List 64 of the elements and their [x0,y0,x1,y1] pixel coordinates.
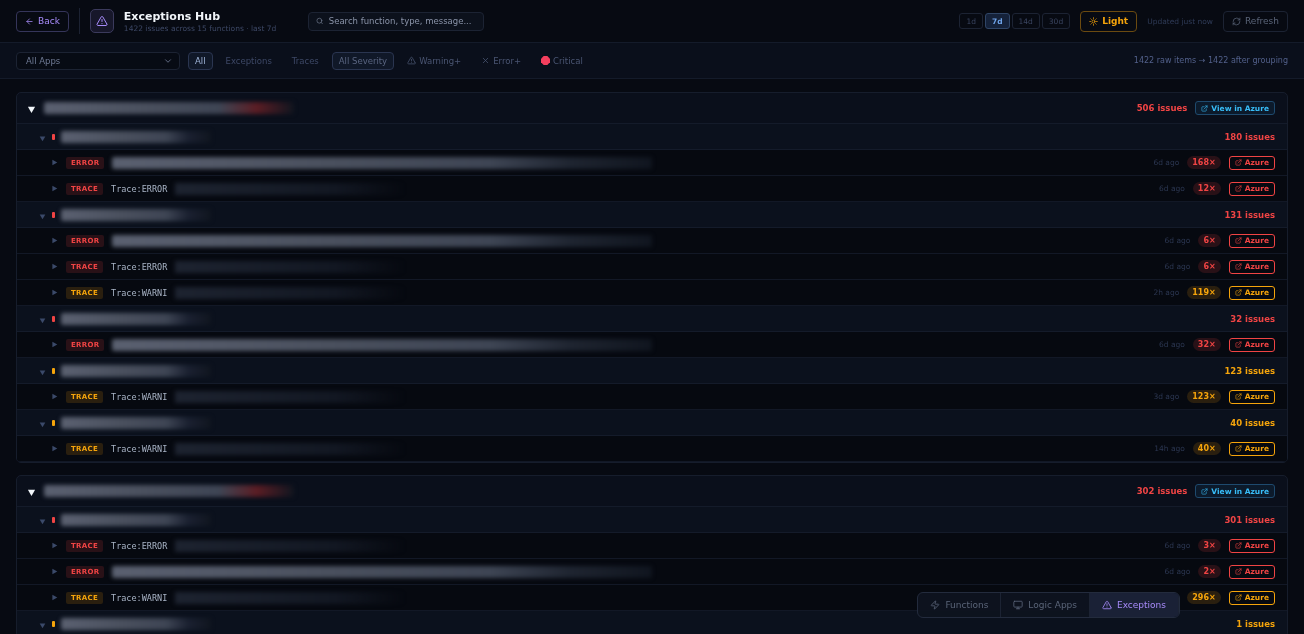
external-link-icon [1234,237,1242,244]
app-select[interactable]: All Apps [16,51,180,70]
caret-icon[interactable] [27,487,36,497]
occurrence-count: 12× [1192,182,1221,195]
arrow-left-icon [25,16,34,26]
search-icon [316,17,324,25]
message-text: Trace:WARNI [111,443,168,454]
back-button[interactable]: Back [16,10,69,32]
occurrence-count: 40× [1192,442,1221,455]
occurrence-count: 3× [1198,539,1221,552]
close-icon [481,56,491,65]
grouping-summary: 1422 raw items → 1422 after grouping [1133,56,1288,65]
warning-icon [1102,600,1112,610]
refresh-icon [1232,16,1241,26]
issue-count: 32 issues [1230,313,1275,324]
sun-icon [1089,16,1099,26]
severity-filter[interactable]: All Severity [331,51,395,70]
message-text: Trace:WARNI [111,391,168,402]
octagon-icon [541,56,551,65]
issue-count: 302 issues [1136,486,1188,496]
external-link-icon [1234,289,1242,296]
lightning-icon [930,600,941,610]
nav-tab[interactable]: Exceptions [1090,593,1179,617]
type-filter[interactable]: All [188,51,213,70]
occurrence-count: 123× [1187,390,1221,403]
occurrence-count: 2× [1198,565,1221,578]
external-link-icon [1234,594,1242,601]
external-link-icon [1234,263,1242,270]
warning-icon [407,56,417,65]
issue-count: 1 issues [1236,618,1275,629]
external-link-icon [1234,445,1242,452]
external-link-icon [1234,542,1242,549]
warning-icon [89,9,114,33]
issue-count: 123 issues [1224,365,1275,376]
issue-count: 40 issues [1230,417,1275,428]
message-text: Trace:WARNI [111,287,168,298]
occurrence-count: 32× [1192,338,1221,351]
message-text: Trace:WARNI [111,592,168,603]
search-field[interactable]: Search function, type, message... [308,11,485,31]
occurrence-count: 168× [1187,156,1221,169]
external-link-icon [1234,185,1242,192]
refresh-button[interactable]: Refresh [1223,10,1288,32]
occurrence-count: 6× [1198,234,1221,247]
external-link-icon [1201,487,1209,495]
external-link-icon [1234,393,1242,400]
nav-tab[interactable]: Functions [918,593,1002,617]
occurrence-count: 296× [1187,591,1221,604]
theme-button[interactable]: Light [1080,10,1138,32]
message-text: Trace:ERROR [111,261,168,272]
message-text: Trace:ERROR [111,540,168,551]
occurrence-count: 6× [1198,260,1221,273]
message-text: Trace:ERROR [111,183,168,194]
occurrence-count: 119× [1187,286,1221,299]
issue-count: 301 issues [1224,514,1275,525]
external-link-icon [1234,341,1242,348]
external-link-icon [1201,104,1209,112]
external-link-icon [1234,568,1242,575]
external-link-icon [1234,159,1242,166]
issue-count: 180 issues [1224,131,1275,142]
issue-count: 131 issues [1224,209,1275,220]
page-title: Exceptions Hub [123,9,222,23]
issue-count: 506 issues [1136,103,1188,113]
monitor-icon [1013,600,1024,610]
caret-icon[interactable] [27,104,36,114]
